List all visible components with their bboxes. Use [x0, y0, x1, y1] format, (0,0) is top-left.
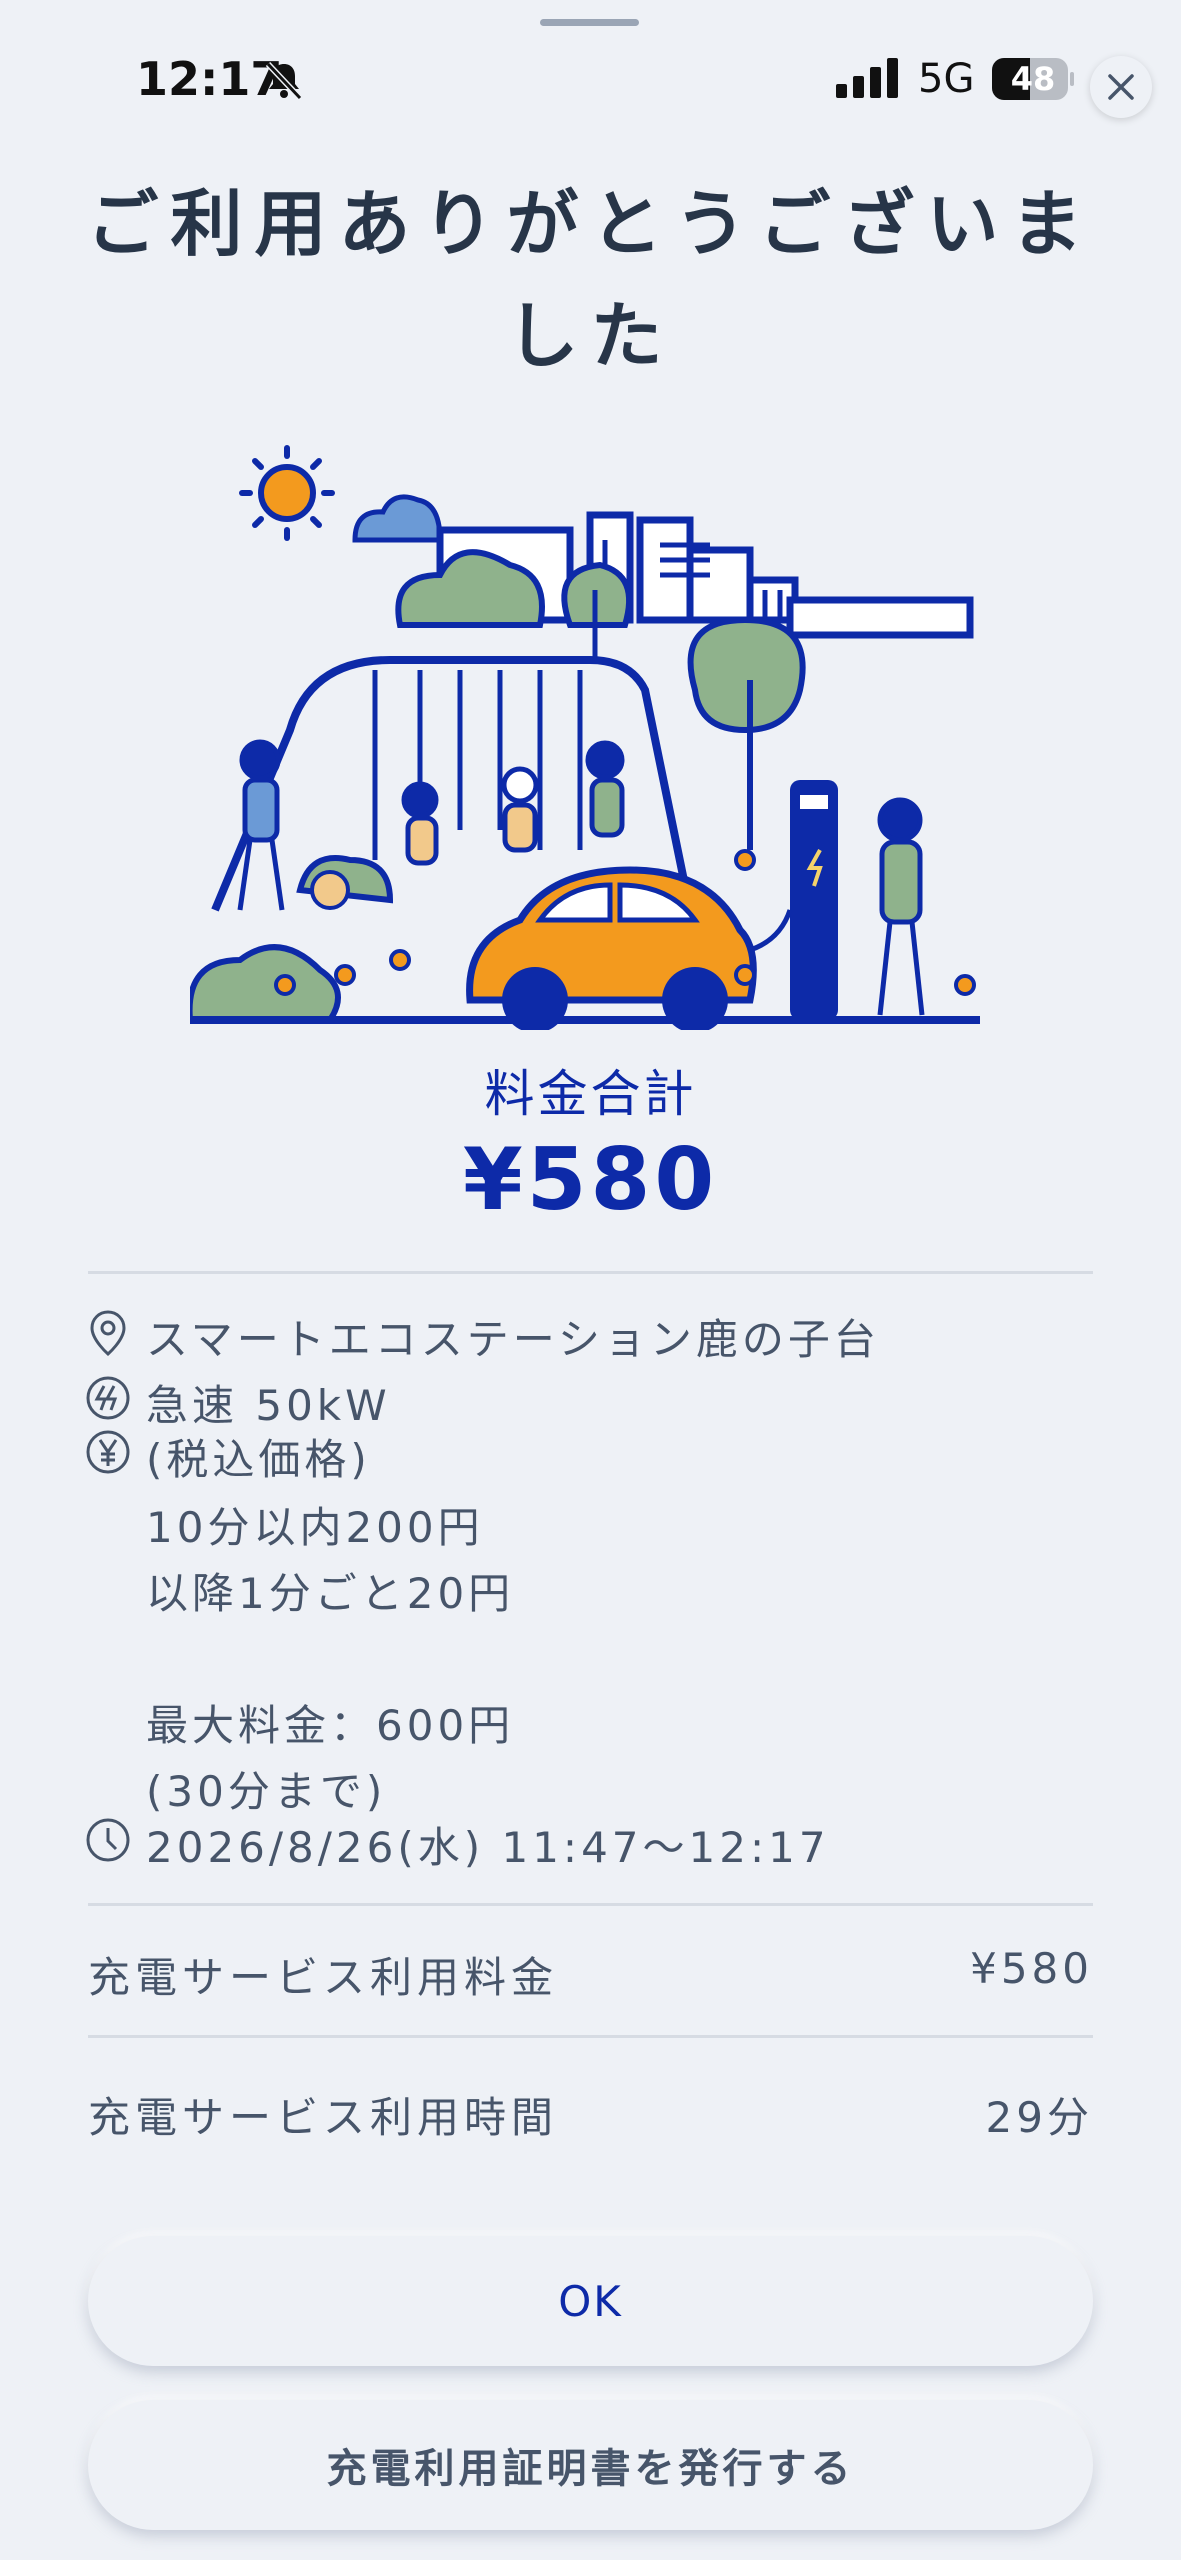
duration-value: 29分	[985, 2093, 1093, 2142]
total-label: 料金合計	[484, 1065, 697, 1123]
divider	[88, 1271, 1093, 1274]
location-pin-icon	[90, 1310, 126, 1356]
fee-label: 充電サービス利用料金	[88, 1953, 559, 2002]
price-line-1: 10分以内200円	[146, 1503, 484, 1552]
close-icon	[1108, 74, 1134, 100]
price-line-2: 以降1分ごと20円	[146, 1569, 515, 1618]
divider	[88, 1903, 1093, 1906]
page-title: ご利用ありがとうございました	[86, 182, 1095, 378]
ok-button-label: OK	[558, 2276, 623, 2326]
duration-label: 充電サービス利用時間	[88, 2093, 559, 2142]
charger-bolt-icon	[86, 1376, 130, 1420]
network-label: 5G	[918, 56, 975, 102]
fee-value: ¥580	[970, 1944, 1093, 1993]
price-header: (税込価格)	[146, 1435, 371, 1484]
charger-type: 急速 50kW	[146, 1381, 391, 1430]
divider	[88, 2035, 1093, 2038]
status-time: 12:17	[136, 52, 283, 106]
car-icon	[466, 866, 793, 1030]
station-name: スマートエコステーション鹿の子台	[146, 1315, 880, 1364]
battery-level: 48	[1010, 60, 1056, 98]
issue-certificate-label: 充電利用証明書を発行する	[326, 2446, 855, 2492]
ev-charging-illustration	[190, 445, 980, 1030]
total-amount: ¥580	[462, 1130, 719, 1230]
signal-icon	[836, 58, 898, 98]
sun-icon	[239, 445, 335, 541]
status-bar: 12:17 5G 48	[0, 0, 1181, 160]
price-max-note: (30分まで)	[146, 1767, 387, 1816]
ok-button[interactable]: OK	[88, 2236, 1093, 2366]
yen-icon	[86, 1430, 130, 1474]
close-button[interactable]	[1090, 56, 1152, 118]
usage-datetime: 2026/8/26(水) 11:47～12:17	[146, 1823, 830, 1872]
price-max: 最大料金：600円	[146, 1701, 515, 1750]
issue-certificate-button[interactable]: 充電利用証明書を発行する	[88, 2400, 1093, 2530]
clock-icon	[86, 1818, 130, 1862]
bell-muted-icon	[265, 61, 303, 101]
